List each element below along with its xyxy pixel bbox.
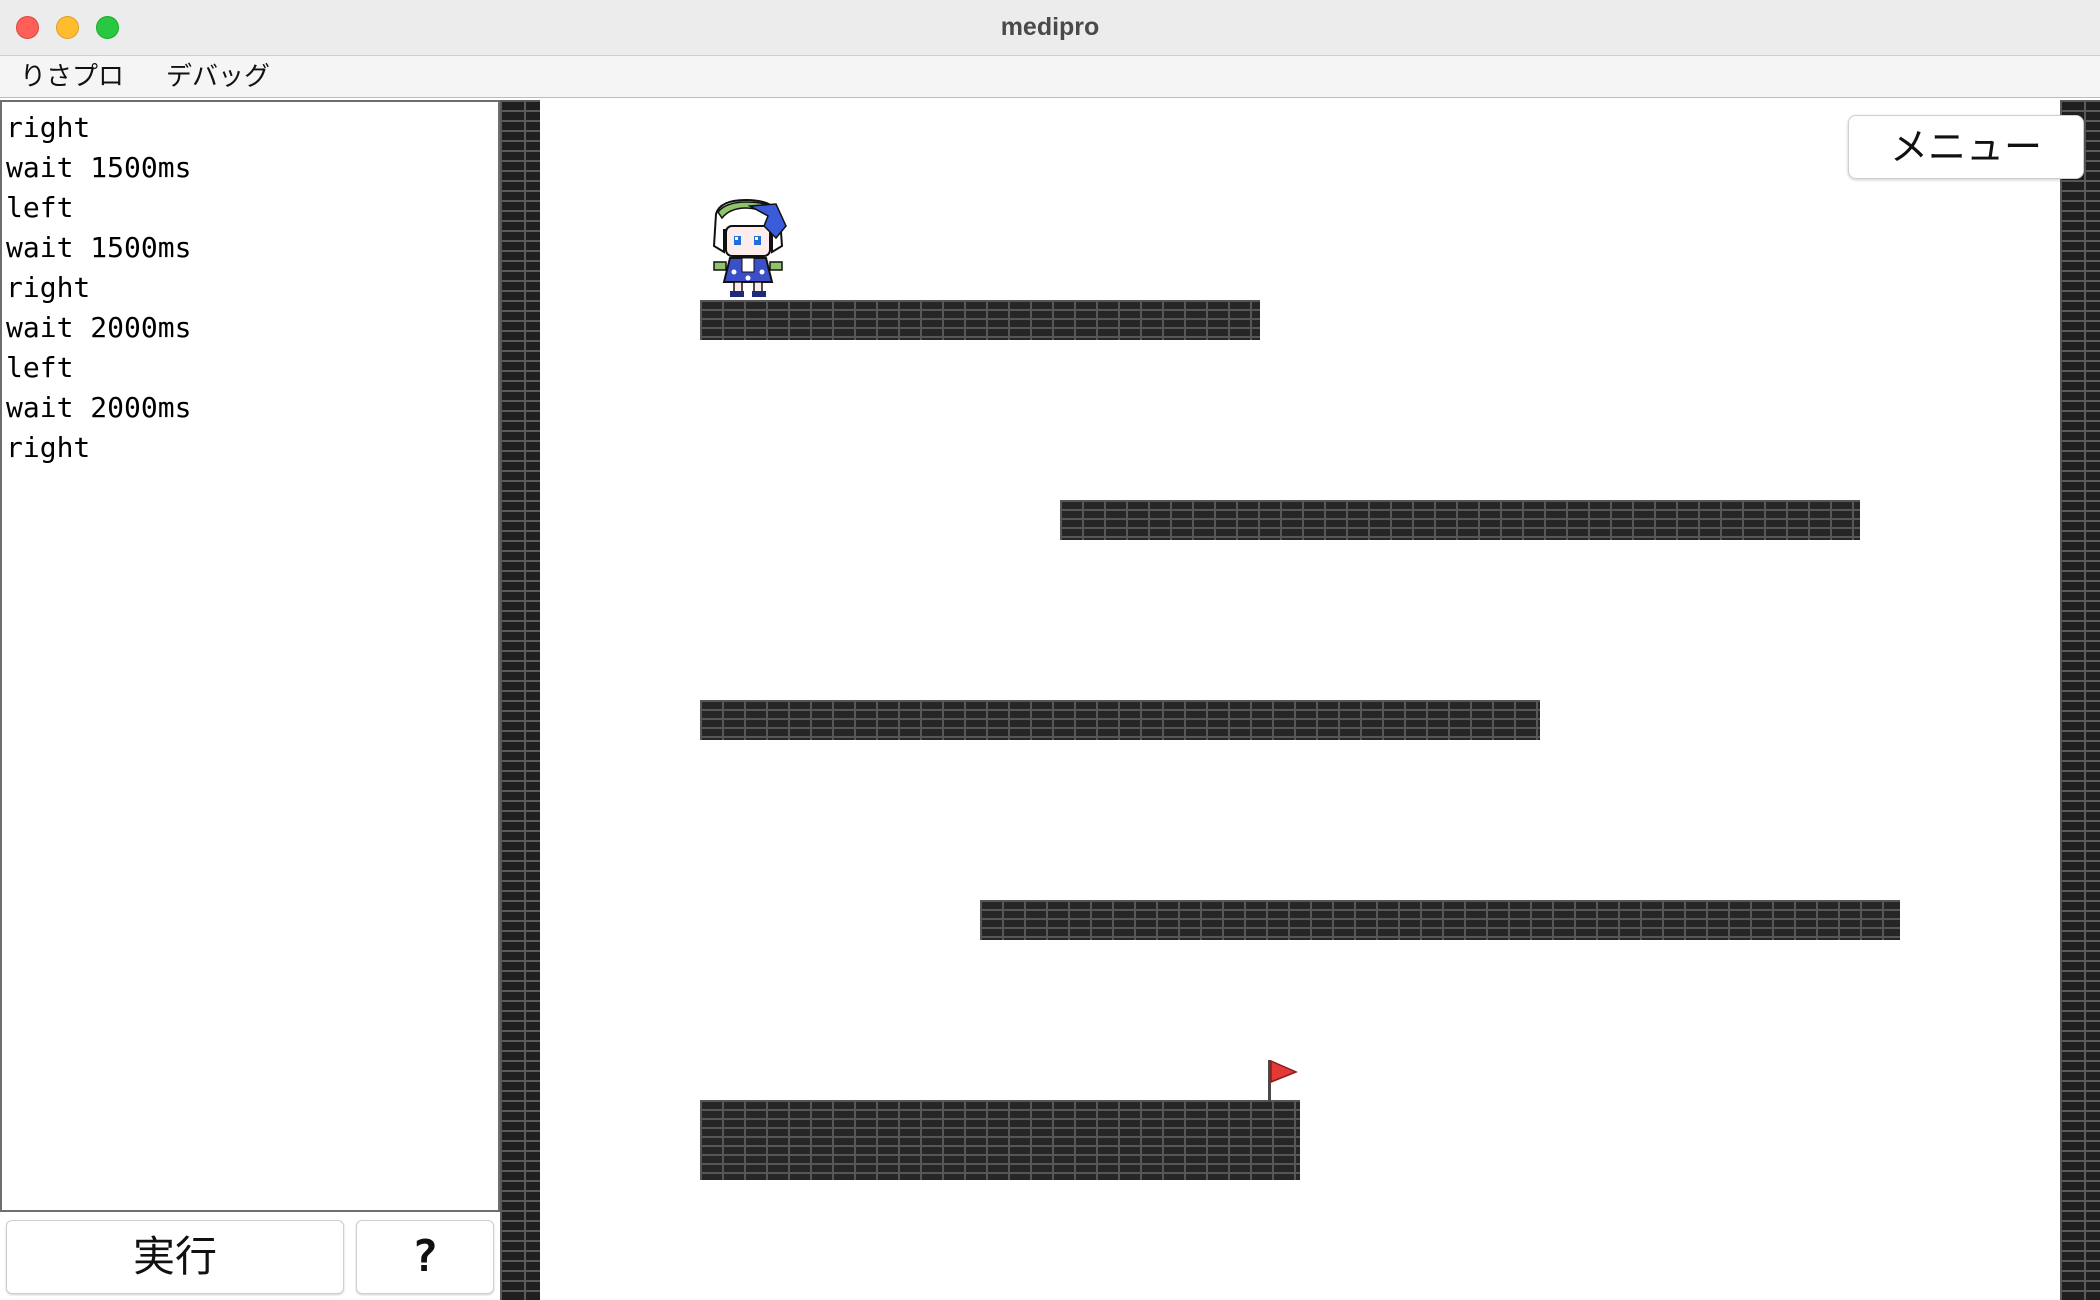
platform-3	[700, 700, 1540, 740]
right-brick-wall	[2060, 100, 2100, 1300]
code-line: wait 2000ms	[6, 391, 192, 424]
goal-platform	[700, 1100, 1300, 1180]
game-menu-button[interactable]: メニュー	[1848, 115, 2084, 179]
code-line: left	[6, 351, 74, 384]
code-line: right	[6, 431, 91, 464]
run-button[interactable]: 実行	[6, 1220, 344, 1294]
menu-debug[interactable]: デバッグ	[166, 56, 270, 98]
character-sprite	[712, 198, 787, 297]
title-bar: medipro	[0, 0, 2100, 56]
goal-flag-icon	[1268, 1059, 1298, 1102]
menu-risapro[interactable]: りさプロ	[20, 56, 124, 98]
code-editor[interactable]: right wait 1500ms left wait 1500ms right…	[0, 100, 500, 1212]
code-line: left	[6, 191, 74, 224]
code-line: wait 1500ms	[6, 151, 192, 184]
window-title: medipro	[1000, 13, 1100, 41]
platform-2	[1060, 500, 1860, 540]
left-brick-wall	[500, 100, 540, 1300]
platform-1	[700, 300, 1260, 340]
menu-bar: りさプロ デバッグ	[0, 56, 2100, 98]
code-line: right	[6, 111, 91, 144]
code-line: wait 1500ms	[6, 231, 192, 264]
code-line: right	[6, 271, 91, 304]
platform-4	[980, 900, 1900, 940]
help-button[interactable]: ?	[356, 1220, 494, 1294]
code-line: wait 2000ms	[6, 311, 192, 344]
